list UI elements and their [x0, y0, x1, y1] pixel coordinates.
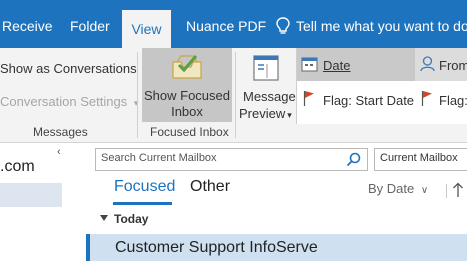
message-preview-label-2: Preview ▾: [239, 106, 292, 121]
message-preview-label-1: Message: [243, 89, 296, 104]
search-input[interactable]: Search Current Mailbox: [95, 148, 368, 171]
show-focused-inbox-button[interactable]: Show Focused Inbox: [142, 48, 232, 122]
tell-me-label: Tell me what you want to do: [296, 18, 467, 34]
arrangement-flag-start[interactable]: Flag: Start Date: [297, 85, 415, 115]
tab-folder[interactable]: Folder: [70, 0, 110, 48]
conversation-settings-button[interactable]: Conversation Settings ▾: [0, 94, 138, 109]
selected-folder[interactable]: [0, 183, 62, 207]
show-focused-label-1: Show Focused: [144, 88, 230, 103]
show-focused-label-2: Inbox: [171, 104, 203, 119]
tab-view[interactable]: View: [122, 10, 171, 48]
calendar-icon: [301, 57, 318, 72]
sort-divider: [446, 184, 447, 198]
arrangement-flag-due[interactable]: Flag:: [415, 85, 467, 115]
arrangement-date[interactable]: Date: [297, 48, 415, 81]
collapse-group-icon[interactable]: [100, 215, 108, 221]
arrangement-from[interactable]: From: [415, 48, 467, 81]
dropdown-arrow-icon: ▾: [287, 110, 292, 120]
arrangement-from-label: From: [439, 58, 467, 73]
group-divider: [235, 52, 236, 138]
search-scope-dropdown[interactable]: Current Mailbox: [374, 148, 467, 171]
tab-nuance-pdf[interactable]: Nuance PDF: [186, 0, 266, 48]
flag-start-label: Flag: Start Date: [323, 93, 415, 108]
sort-label: By Date: [368, 181, 415, 196]
flag-due-label: Flag:: [439, 93, 467, 108]
ribbon-tab-bar: Receive Folder View Nuance PDF Tell me w…: [0, 0, 467, 48]
group-divider: [137, 52, 138, 138]
search-scope-label: Current Mailbox: [380, 152, 458, 164]
flag-icon: [421, 91, 432, 106]
tab-other[interactable]: Other: [190, 178, 230, 196]
account-name[interactable]: .com: [0, 158, 35, 176]
group-header-today: Today: [114, 212, 149, 226]
message-preview-button[interactable]: Message Preview ▾: [238, 48, 296, 122]
flag-icon: [303, 91, 314, 106]
ribbon-body: Show as Conversations Conversation Setti…: [0, 48, 467, 143]
search-placeholder: Search Current Mailbox: [101, 152, 217, 164]
sort-direction-arrow-icon[interactable]: [452, 182, 464, 198]
messages-group-label: Messages: [33, 125, 88, 139]
tab-receive[interactable]: Receive: [2, 0, 53, 48]
from-person-icon: [420, 56, 435, 72]
selected-row-indicator: [86, 234, 90, 261]
message-sender: Customer Support InfoServe: [115, 239, 318, 256]
focused-inbox-icon: [172, 55, 202, 79]
arrangement-date-label: Date: [323, 58, 351, 73]
focused-tab-underline: [113, 202, 172, 205]
sort-by-date-button[interactable]: By Date ∨: [368, 181, 428, 196]
chevron-down-icon: ∨: [420, 185, 429, 196]
focused-inbox-group-label: Focused Inbox: [150, 125, 229, 139]
tab-focused[interactable]: Focused: [114, 178, 175, 196]
show-as-conversations-checkbox[interactable]: Show as Conversations: [0, 61, 137, 76]
lightbulb-icon: [276, 17, 290, 34]
conversation-settings-label: Conversation Settings: [0, 94, 128, 109]
message-preview-icon: [253, 55, 279, 81]
collapse-folder-pane-icon[interactable]: ‹: [57, 146, 61, 158]
search-icon[interactable]: [346, 152, 361, 167]
arrangement-gallery: Date From Flag: Start Date Flag:: [296, 48, 467, 124]
